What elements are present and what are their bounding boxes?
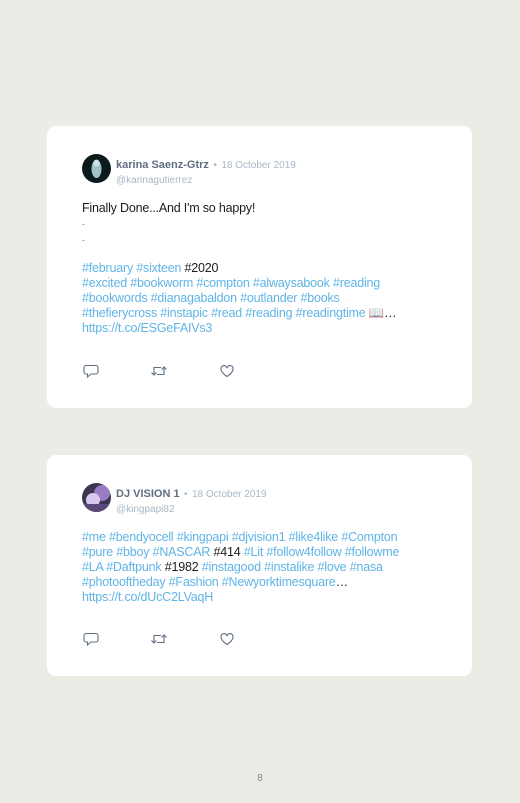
tweet-link[interactable]: https://t.co/dUcC2LVaqH: [82, 590, 213, 604]
tweet-text-line: -: [82, 216, 444, 232]
tweet-text-fragment: #1982: [161, 560, 202, 574]
hashtag[interactable]: #instagood #instalike #love #nasa: [202, 560, 383, 574]
tweet-link[interactable]: https://t.co/ESGeFAIVs3: [82, 321, 212, 335]
hashtag[interactable]: #thefierycross #instapic #read #reading …: [82, 306, 366, 320]
hashtag[interactable]: #Lit #follow4follow #followme: [244, 545, 400, 559]
tweet-date: 18 October 2019: [221, 160, 296, 171]
page-number: 8: [257, 773, 263, 784]
tweet-text: #me #bendyocell #kingpapi #djvision1 #li…: [82, 530, 444, 605]
tweet-text-fragment: …: [335, 575, 349, 589]
tweet-text-fragment: Finally Done...And I'm so happy!: [82, 201, 256, 215]
tweet-text-fragment: #2020: [181, 261, 219, 275]
tweet-card: DJ VISION 1 • 18 October 2019 @kingpapi8…: [47, 455, 472, 676]
tweet-text-line: #bookwords #dianagabaldon #outlander #bo…: [82, 291, 444, 306]
author-name[interactable]: DJ VISION 1: [116, 488, 180, 500]
tweet-header: karina Saenz-Gtrz • 18 October 2019 @kar…: [116, 155, 296, 186]
hashtag[interactable]: #LA #Daftpunk: [82, 560, 162, 574]
hashtag[interactable]: #bookwords #dianagabaldon #outlander #bo…: [82, 291, 340, 305]
tweet-text-line: Finally Done...And I'm so happy!: [82, 201, 444, 216]
tweet-text-line: #me #bendyocell #kingpapi #djvision1 #li…: [82, 530, 444, 545]
tweet-text-fragment: -: [82, 219, 85, 229]
tweet-text-line: https://t.co/ESGeFAIVs3: [82, 321, 444, 336]
hashtag[interactable]: #sixteen: [136, 261, 181, 275]
tweet-card: karina Saenz-Gtrz • 18 October 2019 @kar…: [47, 126, 472, 408]
tweet-text-line: #february #sixteen #2020: [82, 261, 444, 276]
tweet-text-fragment: #414: [210, 545, 244, 559]
avatar[interactable]: [82, 154, 111, 183]
heart-icon[interactable]: [219, 632, 235, 646]
retweet-icon[interactable]: [150, 364, 168, 378]
tweet-text-line: #LA #Daftpunk #1982 #instagood #instalik…: [82, 560, 444, 575]
heart-icon[interactable]: [219, 364, 235, 378]
tweet-date: 18 October 2019: [192, 489, 267, 500]
author-name[interactable]: karina Saenz-Gtrz: [116, 159, 209, 171]
tweet-text-line: #excited #bookworm #compton #alwaysabook…: [82, 276, 444, 291]
tweet-text-line: #thefierycross #instapic #read #reading …: [82, 306, 444, 321]
tweet-text: Finally Done...And I'm so happy! - - #febru…: [82, 201, 444, 336]
tweet-text-line: #pure #bboy #NASCAR #414 #Lit #follow4fo…: [82, 545, 444, 560]
hashtag[interactable]: #photooftheday #Fashion #Newyorktimesqua…: [82, 575, 336, 589]
reply-icon[interactable]: [83, 632, 99, 646]
tweet-text-fragment: -: [82, 235, 85, 245]
author-handle[interactable]: @karinagutierrez: [116, 175, 296, 186]
tweet-text-line: -: [82, 232, 444, 248]
tweet-text-fragment: 📖…: [365, 306, 397, 320]
avatar[interactable]: [82, 483, 111, 512]
hashtag[interactable]: #pure #bboy #NASCAR: [82, 545, 210, 559]
hashtag[interactable]: #excited #bookworm #compton #alwaysabook…: [82, 276, 380, 290]
retweet-icon[interactable]: [150, 632, 168, 646]
tweet-header: DJ VISION 1 • 18 October 2019 @kingpapi8…: [116, 484, 267, 515]
tweet-text-line: https://t.co/dUcC2LVaqH: [82, 590, 444, 605]
hashtag[interactable]: #me #bendyocell #kingpapi #djvision1 #li…: [82, 530, 398, 544]
hashtag[interactable]: #february: [82, 261, 133, 275]
author-handle[interactable]: @kingpapi82: [116, 504, 267, 515]
separator-dot: •: [184, 489, 188, 500]
reply-icon[interactable]: [83, 364, 99, 378]
tweet-text-line: #photooftheday #Fashion #Newyorktimesqua…: [82, 575, 444, 590]
separator-dot: •: [213, 160, 217, 171]
